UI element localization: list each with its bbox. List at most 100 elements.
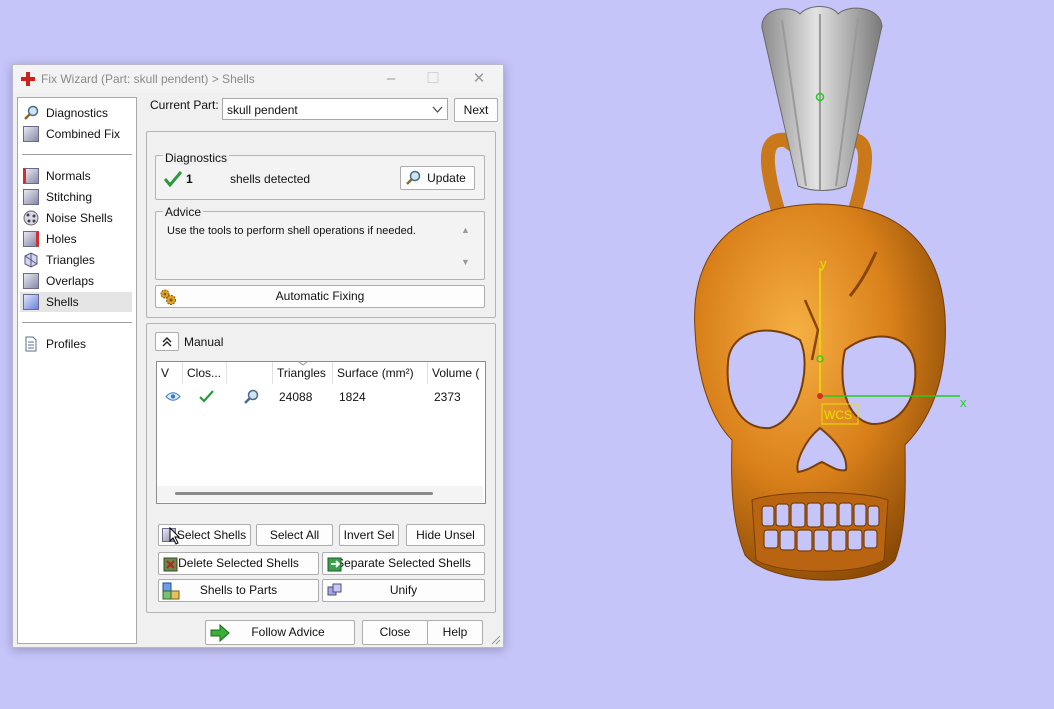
delete-selected-label: Delete Selected Shells	[178, 556, 299, 570]
nav-item-holes[interactable]: Holes	[20, 229, 132, 249]
next-button[interactable]: Next	[454, 98, 498, 122]
nav-item-shells[interactable]: Shells	[20, 292, 132, 312]
green-check-icon	[164, 171, 182, 187]
magnifier-icon	[406, 170, 421, 185]
nav-item-triangles[interactable]: Triangles	[20, 250, 132, 270]
triangles-cell: 24088	[279, 390, 313, 404]
minimize-button[interactable]: –	[379, 69, 403, 89]
green-arrow-icon	[210, 624, 230, 642]
column-header-closed[interactable]: Clos...	[183, 362, 227, 384]
shells-to-parts-icon	[162, 582, 180, 600]
triangles-icon	[24, 252, 38, 268]
automatic-fixing-button[interactable]: Automatic Fixing	[155, 285, 485, 308]
holes-icon	[23, 231, 39, 247]
current-part-value: skull pendent	[227, 103, 298, 117]
follow-advice-button[interactable]: Follow Advice	[205, 620, 355, 645]
nav-label: Overlaps	[46, 274, 95, 288]
title-bar[interactable]: Fix Wizard (Part: skull pendent) > Shell…	[13, 65, 503, 93]
noise-shells-icon	[23, 210, 39, 226]
mouse-cursor-icon	[169, 527, 181, 545]
double-chevron-up-icon	[162, 337, 172, 347]
shells-detected-text: shells detected	[230, 172, 311, 186]
nav-item-combined-fix[interactable]: Combined Fix	[20, 124, 132, 144]
nav-label: Profiles	[46, 337, 87, 351]
gears-icon	[160, 289, 176, 305]
current-part-select[interactable]: skull pendent	[222, 98, 448, 120]
3d-viewport[interactable]: y x WCS	[503, 0, 1054, 709]
profiles-icon	[25, 336, 37, 352]
nav-label: Diagnostics	[46, 106, 109, 120]
column-header-surface[interactable]: Surface (mm²)	[333, 362, 428, 384]
magnifier-icon[interactable]	[243, 389, 259, 405]
nav-label: Noise Shells	[46, 211, 113, 225]
current-part-label: Current Part:	[150, 98, 219, 112]
nav-item-overlaps[interactable]: Overlaps	[20, 271, 132, 291]
wcs-label: WCS	[824, 408, 852, 422]
separate-selected-shells-button[interactable]: Separate Selected Shells	[322, 552, 485, 575]
eye-icon[interactable]	[165, 391, 181, 402]
table-row[interactable]: 24088 1824 2373	[157, 386, 485, 408]
collapse-manual-button[interactable]	[155, 332, 179, 351]
select-shells-label: Select Shells	[176, 528, 247, 542]
shells-to-parts-button[interactable]: Shells to Parts	[158, 579, 319, 602]
separate-shells-icon	[327, 557, 342, 572]
hide-unsel-button[interactable]: Hide Unsel	[406, 524, 485, 546]
shells-icon	[23, 294, 39, 310]
nav-divider	[22, 154, 132, 155]
maximize-button[interactable]: ☐	[421, 69, 445, 89]
shells-count: 1	[186, 172, 193, 186]
nav-label: Holes	[46, 232, 77, 246]
update-label: Update	[427, 171, 466, 185]
stitching-icon	[23, 189, 39, 205]
app-cross-icon	[21, 72, 35, 86]
scrollbar-thumb[interactable]	[175, 492, 433, 495]
fix-wizard-window: Fix Wizard (Part: skull pendent) > Shell…	[12, 64, 504, 648]
update-button[interactable]: Update	[400, 166, 475, 190]
nav-label: Triangles	[46, 253, 95, 267]
help-button[interactable]: Help	[427, 620, 483, 645]
surface-cell: 1824	[339, 390, 366, 404]
scroll-down-icon[interactable]: ▼	[461, 257, 470, 267]
invert-sel-button[interactable]: Invert Sel	[339, 524, 399, 546]
horizontal-scrollbar[interactable]	[157, 486, 483, 502]
separate-selected-label: Separate Selected Shells	[336, 556, 471, 570]
nav-label: Stitching	[46, 190, 93, 204]
combined-fix-icon	[23, 126, 39, 142]
unify-button[interactable]: Unify	[322, 579, 485, 602]
overlaps-icon	[23, 273, 39, 289]
nav-label: Shells	[46, 295, 79, 309]
sort-indicator-icon	[298, 361, 308, 366]
close-window-button[interactable]: ✕	[467, 69, 491, 89]
nav-item-profiles[interactable]: Profiles	[20, 334, 132, 354]
chevron-down-icon	[432, 106, 443, 113]
shells-to-parts-label: Shells to Parts	[199, 583, 278, 597]
nav-item-stitching[interactable]: Stitching	[20, 187, 132, 207]
nav-divider	[22, 322, 132, 323]
nav-item-diagnostics[interactable]: Diagnostics	[20, 103, 132, 123]
column-header-visible[interactable]: V	[157, 362, 183, 384]
magnifier-icon	[24, 105, 39, 120]
delete-shells-icon	[163, 557, 178, 572]
select-all-button[interactable]: Select All	[256, 524, 333, 546]
advice-box	[155, 211, 485, 280]
unify-label: Unify	[389, 583, 418, 597]
closed-check-icon	[199, 390, 214, 403]
nav-label: Normals	[46, 169, 91, 183]
manual-label: Manual	[184, 335, 224, 349]
axis-y-label: y	[820, 256, 827, 271]
resize-grip-icon[interactable]	[491, 635, 501, 645]
scroll-up-icon[interactable]: ▲	[461, 225, 470, 235]
column-header-volume[interactable]: Volume (	[428, 362, 485, 384]
close-button[interactable]: Close	[362, 620, 428, 645]
column-header-tool[interactable]	[227, 362, 273, 384]
window-title: Fix Wizard (Part: skull pendent) > Shell…	[41, 72, 255, 86]
shells-table: V Clos... Triangles Surface (mm²) Volume…	[156, 361, 486, 504]
delete-selected-shells-button[interactable]: Delete Selected Shells	[158, 552, 319, 575]
axis-x-label: x	[960, 395, 967, 410]
unify-icon	[327, 583, 342, 596]
normals-icon	[23, 168, 39, 184]
nav-label: Combined Fix	[46, 127, 121, 141]
nav-item-normals[interactable]: Normals	[20, 166, 132, 186]
nav-item-noise-shells[interactable]: Noise Shells	[20, 208, 132, 228]
volume-cell: 2373	[434, 390, 461, 404]
